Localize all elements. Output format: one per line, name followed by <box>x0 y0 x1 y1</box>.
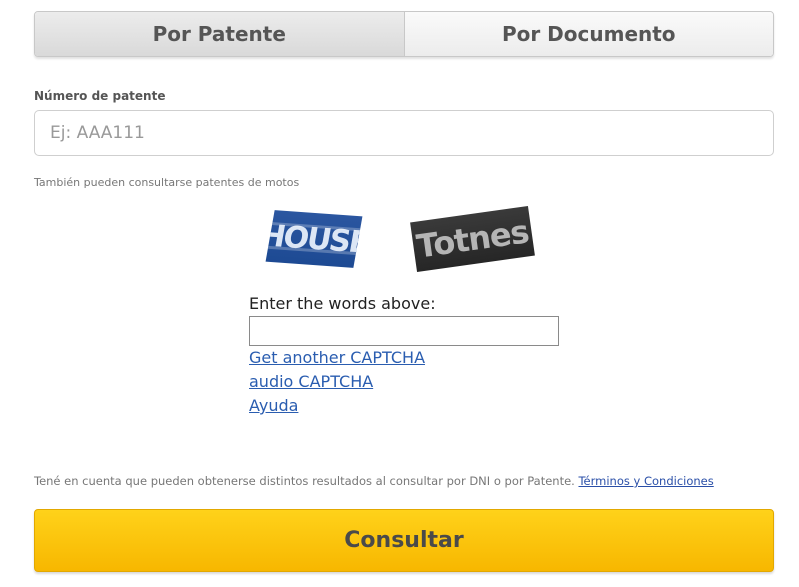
captcha-word-2-text: Totnes <box>414 212 531 266</box>
consultar-button[interactable]: Consultar <box>34 509 774 572</box>
captcha-image-word-1: HOUSE <box>265 210 363 268</box>
disclaimer-note: Tené en cuenta que pueden obtenerse dist… <box>34 474 714 488</box>
tab-por-patente[interactable]: Por Patente <box>35 12 405 56</box>
search-mode-tabs: Por Patente Por Documento <box>34 11 774 57</box>
page: Por Patente Por Documento Número de pate… <box>0 0 799 587</box>
get-another-captcha-link[interactable]: Get another CAPTCHA <box>249 348 425 367</box>
motorcycle-hint: También pueden consultarse patentes de m… <box>34 176 300 189</box>
captcha-help-link[interactable]: Ayuda <box>249 396 298 415</box>
tab-por-documento[interactable]: Por Documento <box>404 12 773 56</box>
terms-link[interactable]: Términos y Condiciones <box>578 474 713 488</box>
patent-number-label: Número de patente <box>34 89 166 103</box>
captcha-image-word-2: Totnes <box>410 205 535 273</box>
captcha-prompt: Enter the words above: <box>249 294 436 313</box>
captcha-input[interactable] <box>249 316 559 346</box>
audio-captcha-link[interactable]: audio CAPTCHA <box>249 372 373 391</box>
patent-number-input[interactable] <box>34 110 774 156</box>
disclaimer-text: Tené en cuenta que pueden obtenerse dist… <box>34 474 575 488</box>
